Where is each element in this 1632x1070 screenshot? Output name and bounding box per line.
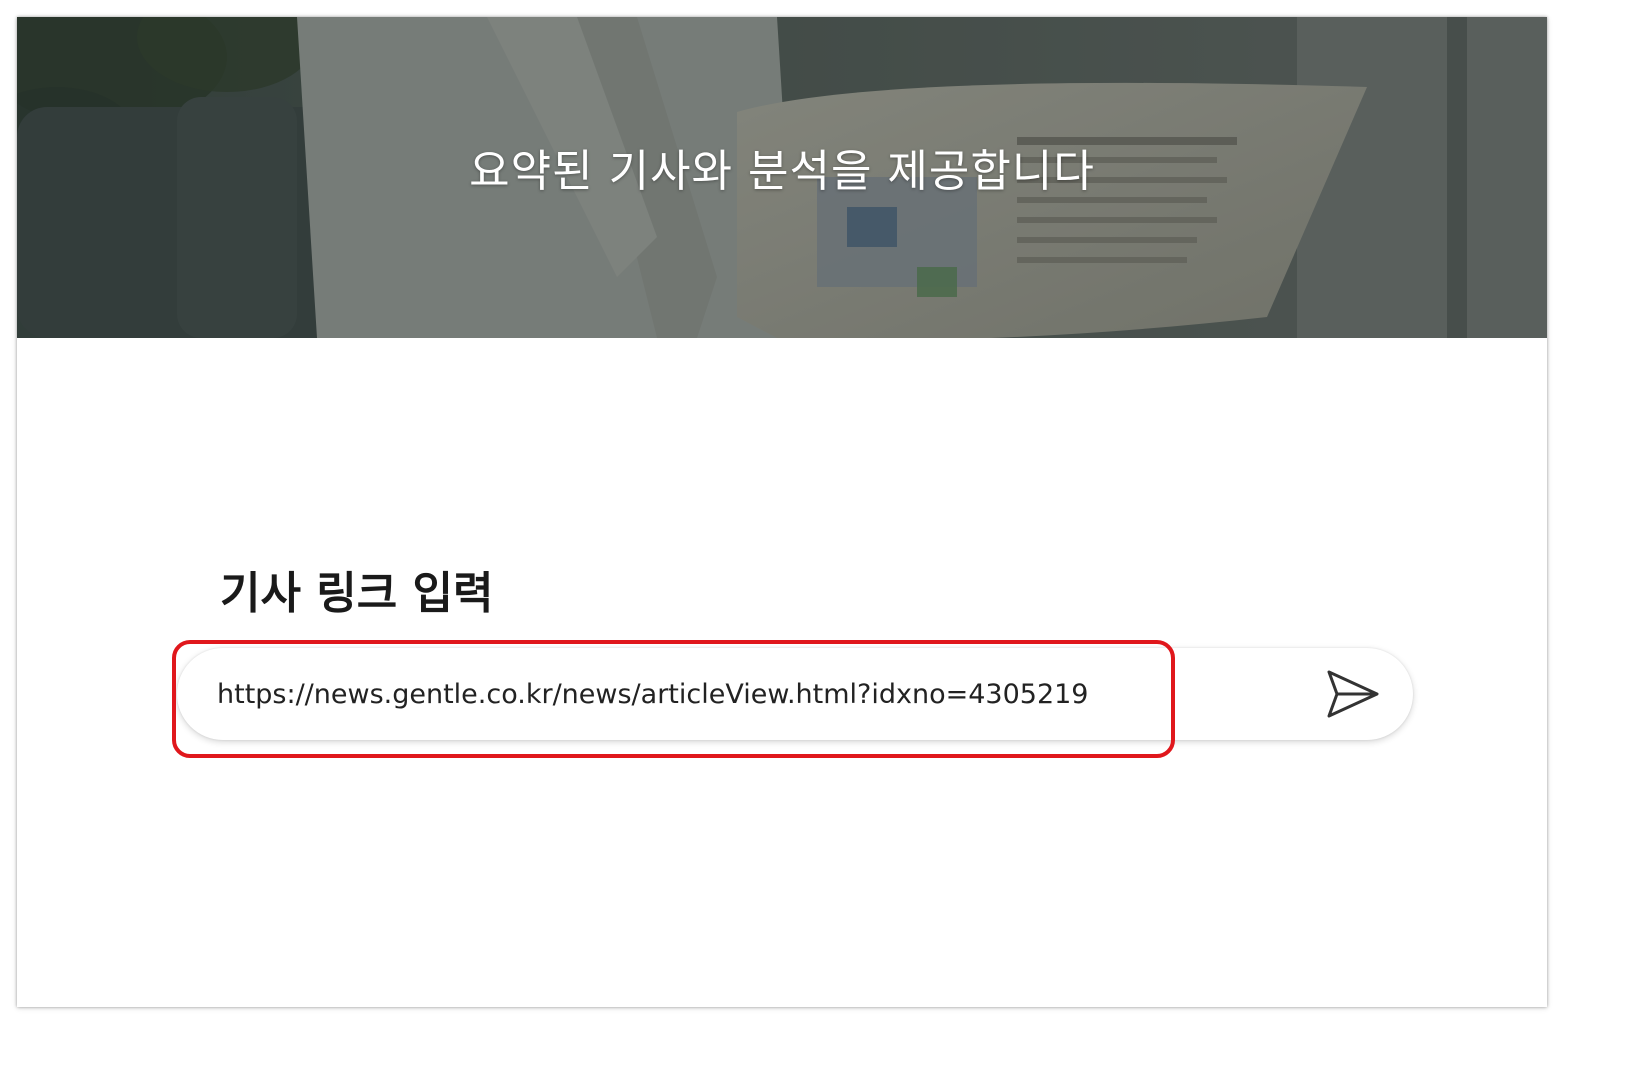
send-button[interactable] xyxy=(1323,666,1383,722)
hero-title: 요약된 기사와 분석을 제공합니다 xyxy=(469,146,1095,197)
article-url-input[interactable] xyxy=(217,672,1277,716)
send-icon xyxy=(1327,670,1379,718)
page-frame: 요약된 기사와 분석을 제공합니다 기사 링크 입력 xyxy=(17,17,1547,1007)
section-title: 기사 링크 입력 xyxy=(220,568,494,619)
url-input-container xyxy=(177,648,1413,740)
hero-banner: 요약된 기사와 분석을 제공합니다 xyxy=(17,17,1547,338)
